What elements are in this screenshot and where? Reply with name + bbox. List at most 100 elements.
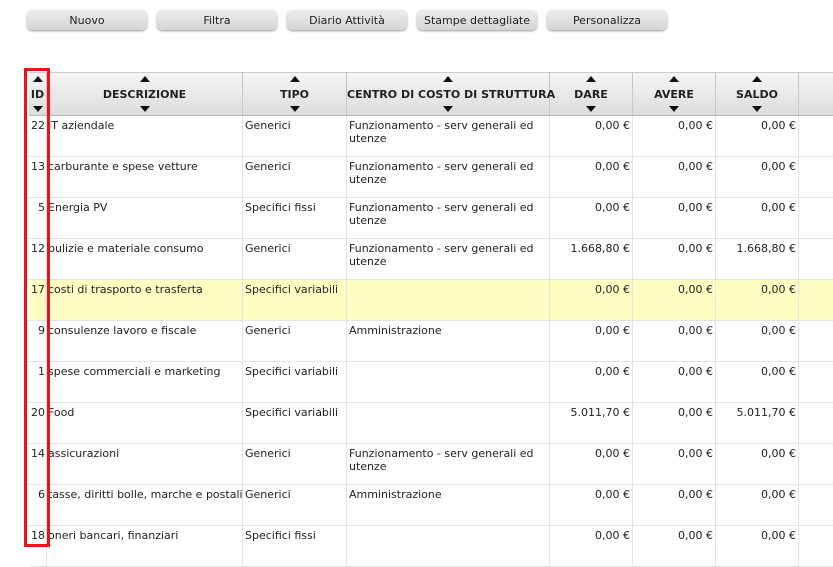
- cell-saldo: 0,00 €: [716, 444, 799, 484]
- cell-cc: [347, 403, 550, 443]
- sort-up-icon[interactable]: [586, 76, 596, 82]
- table-row[interactable]: 18 oneri bancari, finanziari Specifici fis…: [29, 526, 833, 567]
- cell-id: 20: [29, 403, 47, 443]
- cell-saldo: 0,00 €: [716, 485, 799, 525]
- sort-up-icon[interactable]: [669, 76, 679, 82]
- detailed-prints-button[interactable]: Stampe dettagliate: [417, 10, 537, 30]
- table-row[interactable]: 5 Energia PV Specifici fissi Funzionamento …: [29, 198, 833, 239]
- table-row[interactable]: 6 tasse, diritti bolle, marche e postali G…: [29, 485, 833, 526]
- sort-down-icon[interactable]: [669, 106, 679, 112]
- sort-up-icon[interactable]: [443, 76, 453, 82]
- cell-saldo: 5.011,70 €: [716, 403, 799, 443]
- cell-desc: carburante e spese vetture: [47, 157, 243, 197]
- column-header-descrizione[interactable]: DESCRIZIONE: [47, 73, 243, 115]
- table-row[interactable]: 12 pulizie e materiale consumo Generici Fun…: [29, 239, 833, 280]
- column-header-id[interactable]: ID: [29, 73, 47, 115]
- sort-down-icon[interactable]: [752, 106, 762, 112]
- cell-avere: 0,00 €: [633, 444, 716, 484]
- table-body: 22 IT aziendale Generici Funzionamento - se…: [29, 116, 833, 567]
- cell-dare: 0,00 €: [550, 116, 633, 156]
- cell-saldo: 0,00 €: [716, 362, 799, 402]
- cell-id: 13: [29, 157, 47, 197]
- cell-dare: 1.668,80 €: [550, 239, 633, 279]
- cell-id: 18: [29, 526, 47, 566]
- cost-table: ID DESCRIZIONE TIPO CENTRO DI COSTO DI S…: [29, 72, 833, 567]
- table-row[interactable]: 9 consulenze lavoro e fiscale Generici Ammi…: [29, 321, 833, 362]
- cell-cc: [347, 526, 550, 566]
- cell-cc: Funzionamento - serv generali ed utenze: [347, 239, 550, 279]
- cell-avere: 0,00 €: [633, 321, 716, 361]
- cell-avere: 0,00 €: [633, 485, 716, 525]
- cell-dare: 0,00 €: [550, 526, 633, 566]
- cell-saldo: 0,00 €: [716, 198, 799, 238]
- cell-dare: 0,00 €: [550, 321, 633, 361]
- cell-dare: 0,00 €: [550, 280, 633, 320]
- cell-dare: 0,00 €: [550, 157, 633, 197]
- column-header-tipo[interactable]: TIPO: [243, 73, 347, 115]
- cell-saldo: 1.668,80 €: [716, 239, 799, 279]
- cell-dare: 0,00 €: [550, 485, 633, 525]
- cell-cc: [347, 362, 550, 402]
- cell-saldo: 0,00 €: [716, 116, 799, 156]
- cell-tipo: Specifici variabili: [243, 362, 347, 402]
- cell-desc: consulenze lavoro e fiscale: [47, 321, 243, 361]
- cell-desc: Energia PV: [47, 198, 243, 238]
- cell-id: 17: [29, 280, 47, 320]
- new-button[interactable]: Nuovo: [27, 10, 147, 30]
- cell-tipo: Generici: [243, 321, 347, 361]
- cell-id: 1: [29, 362, 47, 402]
- table-row[interactable]: 14 assicurazioni Generici Funzionamento - s…: [29, 444, 833, 485]
- sort-down-icon[interactable]: [289, 106, 300, 112]
- cell-id: 12: [29, 239, 47, 279]
- column-header-centro-di-costo[interactable]: CENTRO DI COSTO DI STRUTTURA: [347, 73, 555, 115]
- cell-tipo: Specifici variabili: [243, 403, 347, 443]
- cell-cc: Funzionamento - serv generali ed utenze: [347, 444, 550, 484]
- table-row[interactable]: 22 IT aziendale Generici Funzionamento - se…: [29, 116, 833, 157]
- cell-tipo: Specifici variabili: [243, 280, 347, 320]
- cell-avere: 0,00 €: [633, 280, 716, 320]
- filter-button[interactable]: Filtra: [157, 10, 277, 30]
- cell-dare: 0,00 €: [550, 444, 633, 484]
- column-header-saldo[interactable]: SALDO: [716, 73, 799, 115]
- cell-desc: costi di trasporto e trasferta: [47, 280, 243, 320]
- sort-down-icon[interactable]: [586, 106, 596, 112]
- sort-up-icon[interactable]: [32, 76, 43, 82]
- cell-cc: [347, 280, 550, 320]
- table-row[interactable]: 17 costi di trasporto e trasferta Specific…: [29, 280, 833, 321]
- sort-up-icon[interactable]: [139, 76, 150, 82]
- cell-desc: spese commerciali e marketing: [47, 362, 243, 402]
- cell-tipo: Generici: [243, 116, 347, 156]
- sort-down-icon[interactable]: [32, 106, 43, 112]
- cell-avere: 0,00 €: [633, 157, 716, 197]
- sort-up-icon[interactable]: [289, 76, 300, 82]
- cell-tipo: Specifici fissi: [243, 526, 347, 566]
- cell-avere: 0,00 €: [633, 526, 716, 566]
- cell-tipo: Generici: [243, 485, 347, 525]
- cell-tipo: Specifici fissi: [243, 198, 347, 238]
- cell-dare: 5.011,70 €: [550, 403, 633, 443]
- cell-desc: tasse, diritti bolle, marche e postali: [47, 485, 243, 525]
- cell-desc: IT aziendale: [47, 116, 243, 156]
- table-row[interactable]: 20 Food Specifici variabili 5.011,70 €0,00 …: [29, 403, 833, 444]
- activity-log-button[interactable]: Diario Attività: [287, 10, 407, 30]
- column-header-dare[interactable]: DARE: [550, 73, 633, 115]
- cell-avere: 0,00 €: [633, 239, 716, 279]
- cell-cc: Funzionamento - serv generali ed utenze: [347, 198, 550, 238]
- cell-id: 5: [29, 198, 47, 238]
- sort-down-icon[interactable]: [443, 106, 453, 112]
- cell-cc: Amministrazione: [347, 321, 550, 361]
- sort-down-icon[interactable]: [139, 106, 150, 112]
- cell-tipo: Generici: [243, 239, 347, 279]
- cell-cc: Funzionamento - serv generali ed utenze: [347, 116, 550, 156]
- table-row[interactable]: 1 spese commerciali e marketing Specifici …: [29, 362, 833, 403]
- cell-tipo: Generici: [243, 444, 347, 484]
- cell-id: 22: [29, 116, 47, 156]
- sort-up-icon[interactable]: [752, 76, 762, 82]
- cell-avere: 0,00 €: [633, 116, 716, 156]
- customize-button[interactable]: Personalizza: [547, 10, 667, 30]
- column-header-avere[interactable]: AVERE: [633, 73, 716, 115]
- cell-id: 14: [29, 444, 47, 484]
- table-row[interactable]: 13 carburante e spese vetture Generici Funz…: [29, 157, 833, 198]
- cell-avere: 0,00 €: [633, 198, 716, 238]
- cell-saldo: 0,00 €: [716, 157, 799, 197]
